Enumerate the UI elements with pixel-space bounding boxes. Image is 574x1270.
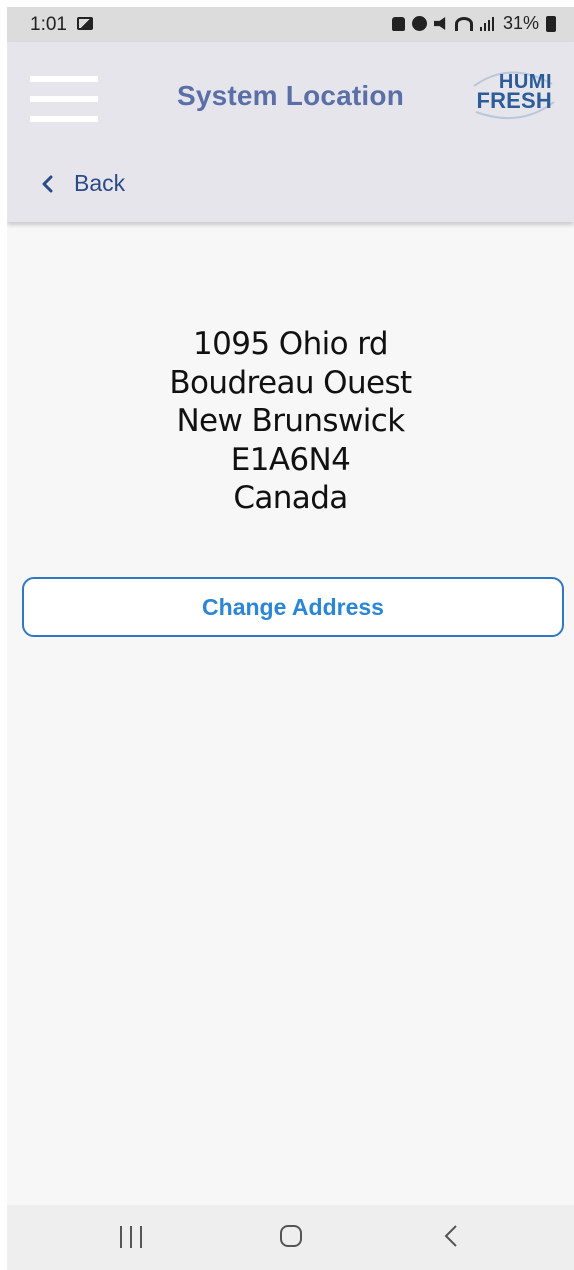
wifi-icon [454,16,473,31]
recent-apps-icon[interactable] [120,1226,142,1248]
navigation-bar [7,1205,574,1270]
address-street: 1095 Ohio rd [193,326,389,362]
status-bar: 1:01 31% [7,7,574,42]
image-icon [77,17,93,30]
lock-icon [391,16,405,31]
logo-text-fresh: FRESH [476,88,552,113]
alarm-icon [411,16,427,31]
battery-percent: 31% [502,13,539,33]
battery-icon [546,15,556,32]
app-header: System Location HUMI FRESH Back [7,42,574,222]
app-screen: 1:01 31% System Location HUMI FRESH Back… [7,7,574,1270]
back-label: Back [74,170,126,196]
back-nav-icon[interactable] [444,1224,458,1248]
signal-icon [479,16,496,31]
humifresh-logo: HUMI FRESH [470,66,556,126]
status-icons: 31% [391,13,556,34]
back-button[interactable]: Back [40,170,125,197]
address-postal-code: E1A6N4 [230,441,351,478]
address-province: New Brunswick [176,403,405,439]
address-country: Canada [233,480,348,516]
home-icon[interactable] [280,1225,302,1247]
system-address: 1095 Ohio rd Boudreau Ouest New Brunswic… [7,325,574,518]
mute-icon [433,17,446,30]
chevron-left-icon [42,175,53,192]
status-time: 1:01 [30,14,67,35]
change-address-button[interactable]: Change Address [22,577,564,637]
address-city: Boudreau Ouest [169,364,412,401]
